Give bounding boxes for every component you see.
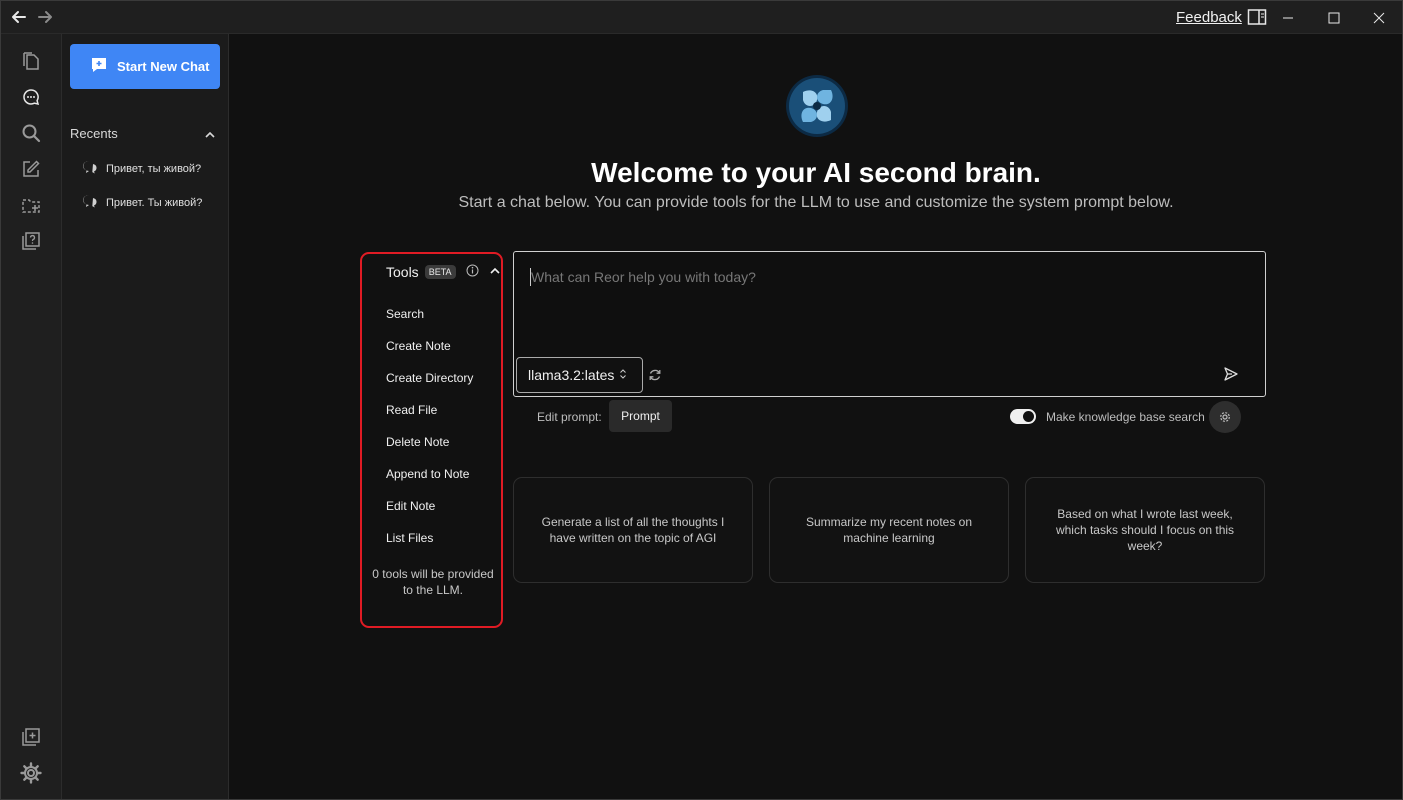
tool-create-directory[interactable]: Create Directory bbox=[386, 371, 473, 385]
beta-badge: BETA bbox=[424, 265, 456, 279]
recent-chat-item[interactable]: Привет. Ты живой? bbox=[82, 194, 202, 211]
back-arrow-icon[interactable] bbox=[7, 5, 31, 29]
title-bar: Feedback bbox=[1, 1, 1402, 34]
suggestion-card[interactable]: Based on what I wrote last week, which t… bbox=[1025, 477, 1265, 583]
chat-input-placeholder[interactable]: What can Reor help you with today? bbox=[531, 269, 756, 285]
search-icon[interactable] bbox=[18, 120, 44, 146]
tool-edit-note[interactable]: Edit Note bbox=[386, 499, 435, 513]
recents-heading: Recents bbox=[70, 126, 118, 141]
recent-chat-item[interactable]: Привет, ты живой? bbox=[82, 160, 201, 177]
welcome-subtitle: Start a chat below. You can provide tool… bbox=[458, 194, 1174, 211]
close-button[interactable] bbox=[1356, 1, 1402, 34]
send-icon[interactable] bbox=[1223, 366, 1239, 387]
kb-search-label: Make knowledge base search bbox=[1046, 410, 1205, 424]
main-panel: Welcome to your AI second brain. Start a… bbox=[230, 34, 1402, 799]
help-icon[interactable] bbox=[18, 228, 44, 254]
add-window-icon[interactable] bbox=[18, 724, 44, 750]
tools-title: Tools bbox=[386, 264, 419, 280]
chat-icon[interactable] bbox=[18, 84, 44, 110]
maximize-button[interactable] bbox=[1311, 1, 1357, 34]
new-chat-icon bbox=[90, 56, 108, 77]
tool-create-note[interactable]: Create Note bbox=[386, 339, 451, 353]
refresh-models-icon[interactable] bbox=[648, 368, 662, 387]
forward-arrow-icon[interactable] bbox=[33, 5, 57, 29]
toggle-knob bbox=[1023, 411, 1034, 422]
recent-chat-title: Привет, ты живой? bbox=[106, 162, 202, 175]
tools-count-note: 0 tools will be provided to the LLM. bbox=[372, 567, 494, 597]
chevron-up-icon[interactable] bbox=[204, 128, 216, 146]
edit-note-icon[interactable] bbox=[18, 156, 44, 182]
tool-delete-note[interactable]: Delete Note bbox=[386, 435, 449, 449]
prompt-button[interactable]: Prompt bbox=[609, 400, 672, 432]
recent-chat-title: Привет. Ты живой? bbox=[106, 196, 203, 209]
model-name: llama3.2:lates bbox=[528, 367, 615, 383]
suggestion-card[interactable]: Generate a list of all the thoughts I ha… bbox=[513, 477, 753, 583]
tool-read-file[interactable]: Read File bbox=[386, 403, 437, 417]
tools-panel: Tools BETA Search Create Note Create Dir… bbox=[360, 252, 503, 628]
app-window: Feedback Start New Chat Recents Привет, … bbox=[0, 0, 1403, 800]
tool-append-to-note[interactable]: Append to Note bbox=[386, 467, 469, 481]
chat-sidebar: Start New Chat Recents Привет, ты живой?… bbox=[62, 34, 229, 799]
suggestion-card[interactable]: Summarize my recent notes on machine lea… bbox=[769, 477, 1009, 583]
kb-settings-gear-icon[interactable] bbox=[1209, 401, 1241, 433]
chevron-up-icon[interactable] bbox=[489, 264, 501, 280]
model-select[interactable]: llama3.2:lates bbox=[516, 357, 643, 393]
tool-search[interactable]: Search bbox=[386, 307, 424, 321]
files-icon[interactable] bbox=[18, 48, 44, 74]
start-new-chat-label: Start New Chat bbox=[117, 59, 210, 74]
chevron-updown-icon bbox=[619, 367, 627, 383]
feedback-link[interactable]: Feedback bbox=[1176, 9, 1242, 26]
chat-input-box[interactable]: What can Reor help you with today? llama… bbox=[513, 251, 1266, 397]
minimize-button[interactable] bbox=[1265, 1, 1311, 34]
welcome-title: Welcome to your AI second brain. bbox=[591, 157, 1041, 188]
settings-gear-icon[interactable] bbox=[18, 760, 44, 786]
kb-search-toggle[interactable] bbox=[1010, 409, 1036, 424]
info-icon[interactable] bbox=[466, 264, 479, 280]
reor-logo bbox=[785, 74, 849, 138]
chat-bubble-icon bbox=[82, 160, 98, 177]
start-new-chat-button[interactable]: Start New Chat bbox=[70, 44, 220, 89]
tool-list-files[interactable]: List Files bbox=[386, 531, 433, 545]
icon-rail bbox=[1, 34, 62, 799]
tools-header[interactable]: Tools BETA bbox=[386, 264, 501, 280]
chat-bubble-icon bbox=[82, 194, 98, 211]
new-folder-icon[interactable] bbox=[18, 192, 44, 218]
edit-prompt-label: Edit prompt: bbox=[537, 410, 602, 424]
